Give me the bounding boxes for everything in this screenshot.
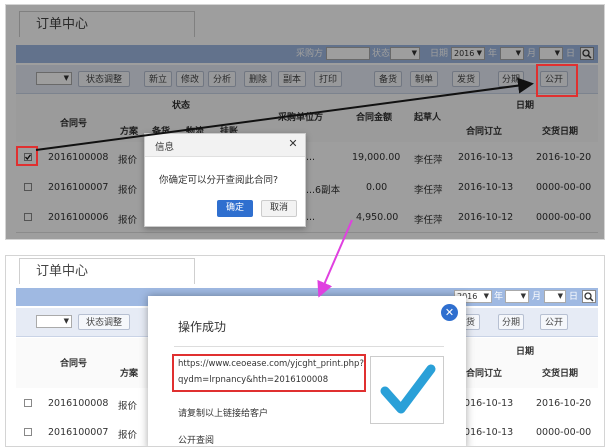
magenta-arrow <box>317 219 353 298</box>
annotation-arrows <box>35 77 534 298</box>
black-arrow <box>35 77 534 151</box>
